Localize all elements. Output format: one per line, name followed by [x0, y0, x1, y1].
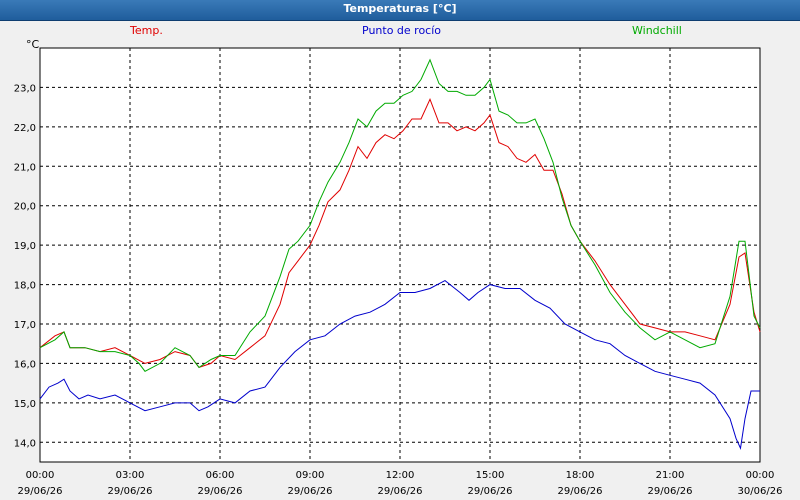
y-tick-label: 22,0: [14, 123, 36, 134]
y-tick-label: 18,0: [14, 281, 36, 292]
y-tick-label: 14,0: [14, 438, 36, 449]
x-tick-date: 29/06/26: [108, 486, 153, 497]
x-tick-date: 29/06/26: [648, 486, 693, 497]
x-tick-date: 30/06/26: [738, 486, 783, 497]
y-tick-label: 17,0: [14, 320, 36, 331]
y-tick-label: 21,0: [14, 162, 36, 173]
y-tick-label: 16,0: [14, 359, 36, 370]
y-tick-label: 23,0: [14, 83, 36, 94]
x-tick-date: 29/06/26: [288, 486, 333, 497]
x-tick-time: 18:00: [566, 470, 595, 481]
x-tick-date: 29/06/26: [378, 486, 423, 497]
x-tick-date: 29/06/26: [468, 486, 513, 497]
x-tick-time: 03:00: [116, 470, 145, 481]
x-tick-time: 09:00: [296, 470, 325, 481]
x-tick-time: 12:00: [386, 470, 415, 481]
x-tick-time: 00:00: [26, 470, 55, 481]
y-tick-label: 20,0: [14, 202, 36, 213]
x-tick-date: 29/06/26: [18, 486, 63, 497]
x-tick-time: 06:00: [206, 470, 235, 481]
x-tick-date: 29/06/26: [558, 486, 603, 497]
x-tick-time: 21:00: [656, 470, 685, 481]
y-tick-label: 19,0: [14, 241, 36, 252]
x-tick-time: 15:00: [476, 470, 505, 481]
y-tick-label: 15,0: [14, 399, 36, 410]
chart-plot: 14,0 15,0 16,0 17,0 18,0 19,0 20,0 21,0 22,0 23,0…: [14, 47, 783, 497]
x-tick-time: 00:00: [746, 470, 775, 481]
x-tick-date: 29/06/26: [198, 486, 243, 497]
